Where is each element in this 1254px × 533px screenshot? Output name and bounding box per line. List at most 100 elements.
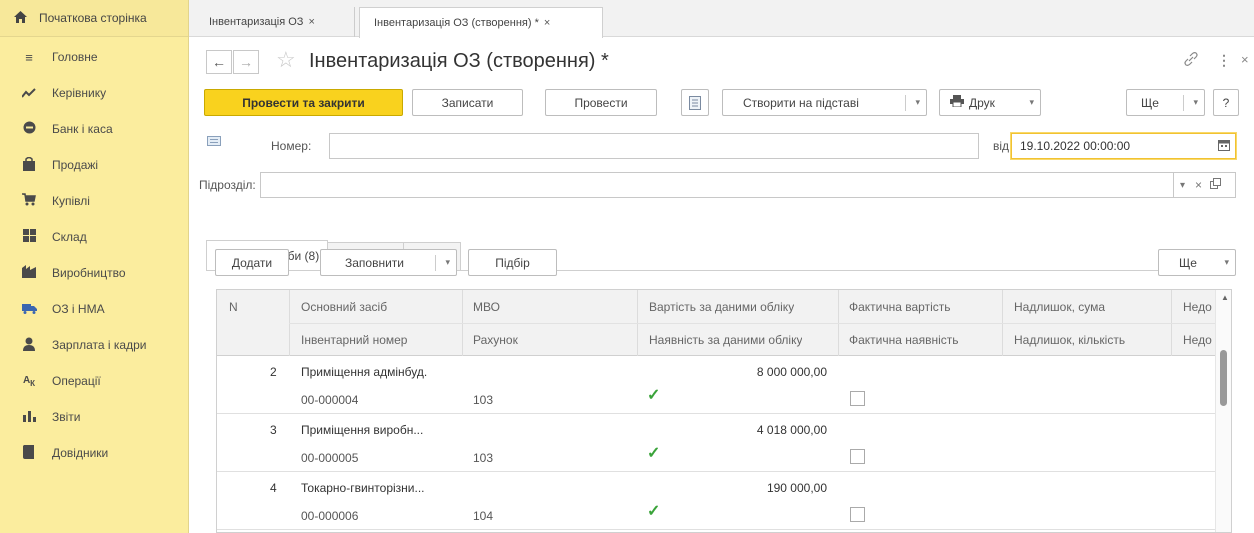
home-label: Початкова сторінка xyxy=(39,11,147,25)
sidebar-item-reports[interactable]: Звіти xyxy=(0,399,188,435)
post-button[interactable]: Провести xyxy=(545,89,657,116)
coin-icon xyxy=(20,121,38,137)
sidebar-item-label: Склад xyxy=(52,230,87,244)
truck-icon xyxy=(20,302,38,317)
sidebar-item-main[interactable]: ≡ Головне xyxy=(0,39,188,75)
col-account[interactable]: Рахунок xyxy=(473,333,518,347)
close-icon[interactable]: × xyxy=(308,16,314,28)
person-icon xyxy=(20,337,38,354)
help-button[interactable]: ? xyxy=(1213,89,1239,116)
number-input[interactable] xyxy=(329,133,979,159)
scroll-up-icon[interactable]: ▲ xyxy=(1221,293,1229,302)
report-icon[interactable] xyxy=(681,89,709,116)
sidebar-item-salary[interactable]: Зарплата і кадри xyxy=(0,327,188,363)
col-book-availability[interactable]: Наявність за даними обліку xyxy=(649,333,802,347)
col-shortage-qty[interactable]: Недо xyxy=(1183,333,1215,347)
col-mvo[interactable]: МВО xyxy=(473,300,500,314)
button-label: Створити на підставі xyxy=(743,95,859,110)
division-input[interactable] xyxy=(260,172,1174,198)
col-n[interactable]: N xyxy=(229,300,238,314)
table-more-button[interactable]: Ще ▾ xyxy=(1158,249,1236,276)
close-icon[interactable]: × xyxy=(1241,52,1249,67)
col-shortage-sum[interactable]: Недо xyxy=(1183,300,1215,314)
separator xyxy=(1183,95,1184,111)
sidebar-item-label: Зарплата і кадри xyxy=(52,338,147,352)
home-icon xyxy=(14,10,32,26)
forward-button[interactable]: → xyxy=(233,50,259,74)
fill-button[interactable]: Заповнити ▾ xyxy=(320,249,457,276)
table-row[interactable]: 4 Токарно-гвинторізни... 00-000006 104 1… xyxy=(217,473,1217,530)
open-icon[interactable] xyxy=(1210,178,1222,192)
home-link[interactable]: Початкова сторінка xyxy=(0,0,188,37)
sidebar-item-label: Довідники xyxy=(52,446,109,460)
document-icon xyxy=(207,135,221,149)
col-surplus-qty[interactable]: Надлишок, кількість xyxy=(1014,333,1125,347)
print-button[interactable]: Друк ▾ xyxy=(939,89,1041,116)
col-actual-value[interactable]: Фактична вартість xyxy=(849,300,951,314)
sidebar-item-directories[interactable]: Довідники xyxy=(0,435,188,471)
save-button[interactable]: Записати xyxy=(412,89,523,116)
sidebar-item-production[interactable]: Виробництво xyxy=(0,255,188,291)
warehouse-icon xyxy=(20,229,38,245)
actual-availability-checkbox[interactable] xyxy=(850,391,865,406)
tab-inventory-create[interactable]: Інвентаризація ОЗ (створення) * × xyxy=(359,7,603,38)
row-number: 3 xyxy=(270,423,277,437)
col-surplus-sum[interactable]: Надлишок, сума xyxy=(1014,300,1105,314)
table-row[interactable]: 3 Приміщення виробн... 00-000005 103 4 0… xyxy=(217,415,1217,472)
printer-icon xyxy=(950,95,964,110)
calendar-icon[interactable] xyxy=(1218,139,1230,154)
table-header: N Основний засіб МВО Вартість за даними … xyxy=(217,290,1231,356)
assets-table: N Основний засіб МВО Вартість за даними … xyxy=(216,289,1232,533)
window-tabs-bar: Інвентаризація ОЗ × Інвентаризація ОЗ (с… xyxy=(189,0,1254,38)
col-actual-availability[interactable]: Фактична наявність xyxy=(849,333,958,347)
link-icon[interactable] xyxy=(1184,52,1198,69)
star-icon[interactable]: ☆ xyxy=(276,49,296,71)
checkmark-icon: ✓ xyxy=(647,445,661,462)
book-icon xyxy=(20,444,38,462)
more-vertical-icon[interactable]: ⋮ xyxy=(1217,52,1231,69)
col-asset[interactable]: Основний засіб xyxy=(301,300,387,314)
chevron-down-icon[interactable]: ▾ xyxy=(1180,180,1185,191)
operations-icon: AК xyxy=(22,374,36,388)
create-based-on-button[interactable]: Створити на підставі ▾ xyxy=(722,89,927,116)
sidebar-item-label: Банк і каса xyxy=(52,122,113,136)
actual-availability-checkbox[interactable] xyxy=(850,449,865,464)
table-row[interactable]: 2 Приміщення адмінбуд. 00-000004 103 8 0… xyxy=(217,357,1217,414)
sidebar-item-fixed-assets[interactable]: ОЗ і НМА xyxy=(0,291,188,327)
checkmark-icon: ✓ xyxy=(647,503,661,520)
asset-name: Токарно-гвинторізни... xyxy=(301,481,425,495)
chart-icon xyxy=(20,86,38,101)
vertical-scrollbar[interactable]: ▲ xyxy=(1215,290,1231,532)
col-book-value[interactable]: Вартість за даними обліку xyxy=(649,300,794,314)
sidebar-item-purchases[interactable]: Купівлі xyxy=(0,183,188,219)
page-title: Інвентаризація ОЗ (створення) * xyxy=(309,50,609,72)
sidebar-item-manager[interactable]: Керівнику xyxy=(0,75,188,111)
inventory-number: 00-000004 xyxy=(301,393,359,407)
close-icon[interactable]: × xyxy=(544,17,550,29)
sidebar: Початкова сторінка ≡ Головне Керівнику Б… xyxy=(0,0,189,533)
sidebar-item-sales[interactable]: Продажі xyxy=(0,147,188,183)
actual-availability-checkbox[interactable] xyxy=(850,507,865,522)
back-button[interactable]: ← xyxy=(206,50,232,74)
row-number: 2 xyxy=(270,365,277,379)
button-label: Заповнити xyxy=(345,255,404,270)
asset-name: Приміщення виробн... xyxy=(301,423,424,437)
clear-icon[interactable]: × xyxy=(1195,178,1202,192)
pick-button[interactable]: Підбір xyxy=(468,249,557,276)
sidebar-item-bank[interactable]: Банк і каса xyxy=(0,111,188,147)
post-and-close-button[interactable]: Провести та закрити xyxy=(204,89,403,116)
account: 103 xyxy=(473,451,494,465)
sidebar-item-warehouse[interactable]: Склад xyxy=(0,219,188,255)
checkmark-icon: ✓ xyxy=(647,387,661,404)
date-input[interactable]: 19.10.2022 00:00:00 xyxy=(1011,133,1236,159)
add-button[interactable]: Додати xyxy=(215,249,289,276)
scroll-thumb[interactable] xyxy=(1220,350,1227,406)
tab-inventory-list[interactable]: Інвентаризація ОЗ × xyxy=(195,7,355,37)
col-inventory-number[interactable]: Інвентарний номер xyxy=(301,333,407,347)
more-button[interactable]: Ще ▾ xyxy=(1126,89,1205,116)
cart-icon xyxy=(20,193,38,209)
sidebar-item-operations[interactable]: AК Операції xyxy=(0,363,188,399)
sidebar-item-label: Операції xyxy=(52,374,101,388)
sidebar-item-label: ОЗ і НМА xyxy=(52,302,105,316)
book-value: 4 018 000,00 xyxy=(756,423,827,437)
